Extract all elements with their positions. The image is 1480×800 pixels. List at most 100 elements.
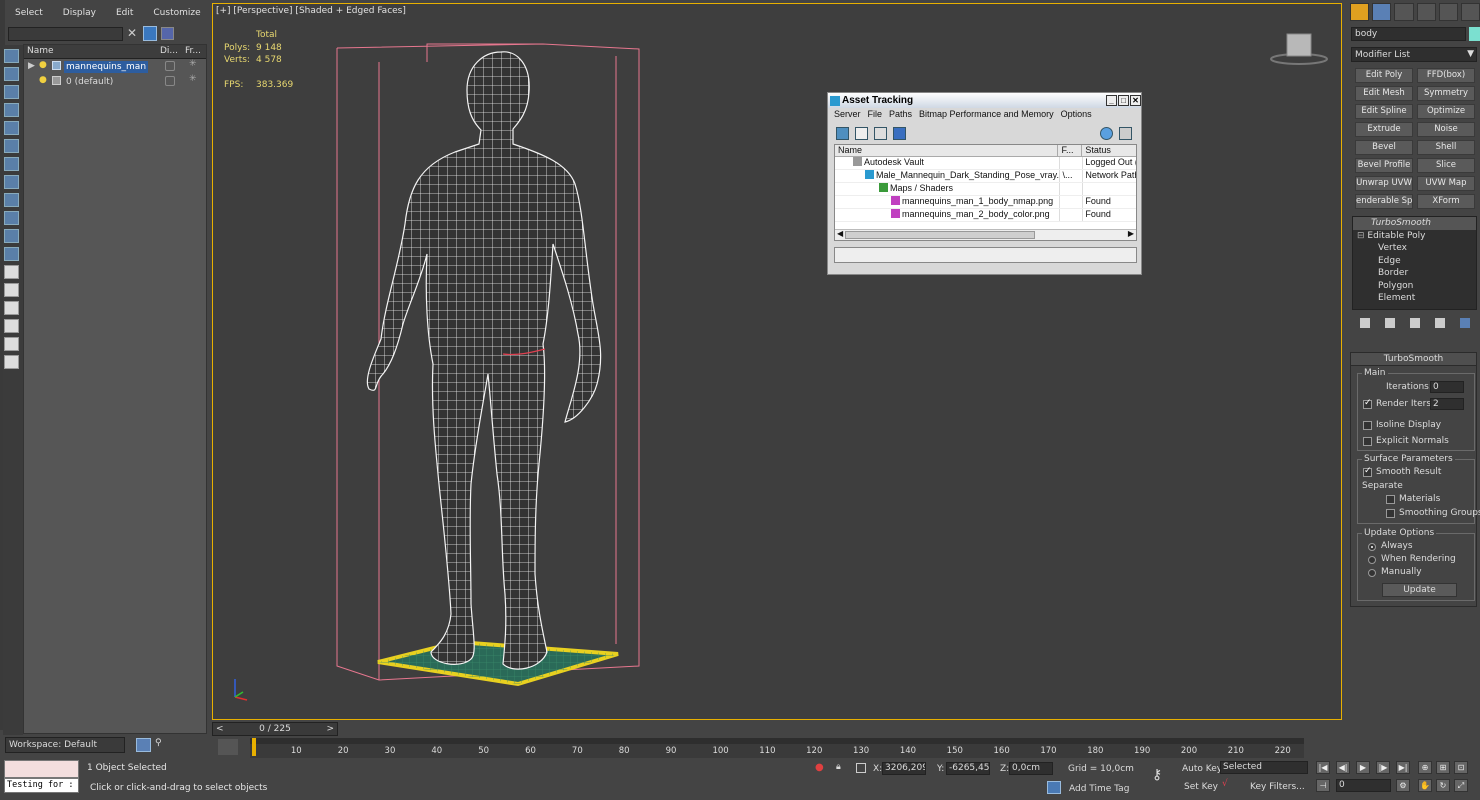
display-shapes-icon[interactable] (4, 85, 19, 99)
render-iters-spinner[interactable]: 2 (1430, 398, 1464, 410)
hierarchy-icon[interactable]: ⚲ (155, 738, 169, 752)
zoom-extents-icon[interactable]: ⊡ (1454, 761, 1468, 774)
stack-sub-vertex[interactable]: Vertex (1353, 242, 1476, 255)
modifier-button[interactable]: Extrude (1355, 122, 1413, 137)
selection-lock-icon[interactable]: 🔒︎ (836, 762, 841, 772)
orbit-icon[interactable]: ↻ (1436, 779, 1450, 792)
modifier-button[interactable]: Symmetry (1417, 86, 1475, 101)
motion-tab-icon[interactable] (1416, 3, 1436, 21)
minimize-button[interactable]: _ (1106, 95, 1117, 106)
auto-key-button[interactable]: Auto Key (1182, 764, 1222, 774)
maxscript-output[interactable]: Testing for : (4, 778, 79, 793)
refresh-icon[interactable] (836, 126, 849, 140)
default-tangent-icon[interactable]: √ (1222, 779, 1236, 793)
light-bulb-icon[interactable]: ● (39, 75, 47, 85)
go-to-start-icon[interactable]: |◀ (1316, 761, 1330, 774)
modifier-button[interactable]: Optimize (1417, 104, 1475, 119)
modifier-button[interactable]: Noise (1417, 122, 1475, 137)
key-filters-button[interactable]: Key Filters... (1250, 782, 1305, 792)
explicit-normals-checkbox[interactable] (1363, 437, 1372, 446)
add-time-tag[interactable]: Add Time Tag (1069, 784, 1129, 794)
display-cameras-icon[interactable] (4, 121, 19, 135)
isoline-checkbox[interactable] (1363, 421, 1372, 430)
scrollbar-thumb[interactable] (845, 231, 1035, 239)
key-selection-dropdown[interactable]: Selected (1220, 761, 1308, 774)
modifier-button[interactable]: Edit Poly (1355, 68, 1413, 83)
modifier-button[interactable]: Bevel (1355, 140, 1413, 155)
smooth-result-checkbox[interactable] (1363, 466, 1372, 477)
asset-row[interactable]: mannequins_man_1_body_nmap.png Found (835, 196, 1136, 209)
display-toggle-icon[interactable] (165, 76, 175, 86)
stack-sub-edge[interactable]: Edge (1353, 255, 1476, 268)
time-tag-icon[interactable] (1047, 781, 1061, 794)
display-hidden-icon[interactable] (4, 265, 19, 279)
scroll-left-icon[interactable]: ◀ (837, 229, 843, 238)
display-groups-icon[interactable] (4, 175, 19, 189)
asset-tracking-titlebar[interactable]: Asset Tracking _ □ ✕ (828, 93, 1141, 108)
menu-server[interactable]: Server (831, 108, 865, 122)
modifier-button[interactable]: Unwrap UVW (1355, 176, 1413, 191)
absolute-mode-icon[interactable] (856, 763, 866, 773)
column-name[interactable]: Name (24, 45, 157, 58)
smoothing-groups-checkbox[interactable] (1386, 509, 1395, 518)
filter-funnel-icon[interactable] (4, 337, 19, 351)
modifier-button[interactable]: Slice (1417, 158, 1475, 173)
light-bulb-icon[interactable]: ● (39, 60, 47, 70)
viewport-label[interactable]: [+] [Perspective] [Shaded + Edged Faces] (216, 6, 406, 16)
set-key-button[interactable]: Set Key (1184, 782, 1218, 792)
scene-search-input[interactable] (8, 27, 123, 41)
play-icon[interactable]: ▶ (1356, 761, 1370, 774)
zoom-all-icon[interactable]: ⊞ (1436, 761, 1450, 774)
isolate-pin-icon[interactable]: ● (815, 762, 824, 773)
zoom-icon[interactable]: ⊕ (1418, 761, 1432, 774)
pin-stack-icon[interactable] (1359, 318, 1370, 328)
always-radio[interactable] (1368, 543, 1376, 551)
modifier-button[interactable]: Bevel Profile (1355, 158, 1413, 173)
current-frame-field[interactable]: 0 (1336, 779, 1391, 792)
maximize-button[interactable]: □ (1118, 95, 1129, 106)
display-xrefs-icon[interactable] (4, 193, 19, 207)
menu-edit[interactable]: Edit (106, 5, 143, 23)
modifier-button[interactable]: XForm (1417, 194, 1475, 209)
time-next-icon[interactable]: > (326, 724, 334, 734)
stack-sub-element[interactable]: Element (1353, 292, 1476, 305)
display-all-icon[interactable] (4, 283, 19, 297)
scroll-right-icon[interactable]: ▶ (1128, 229, 1134, 238)
help-icon[interactable] (1100, 126, 1113, 140)
time-prev-icon[interactable]: < (216, 724, 224, 734)
tools-icon[interactable] (1119, 126, 1132, 140)
modifier-button[interactable]: Shell (1417, 140, 1475, 155)
y-coordinate-field[interactable]: -6265,451c (946, 762, 990, 775)
next-frame-icon[interactable]: |▶ (1376, 761, 1390, 774)
stack-sub-polygon[interactable]: Polygon (1353, 280, 1476, 293)
stack-item-turbosmooth[interactable]: TurboSmooth (1353, 217, 1476, 230)
menu-paths[interactable]: Paths (886, 108, 916, 122)
menu-display[interactable]: Display (53, 5, 106, 23)
make-unique-icon[interactable] (1409, 318, 1420, 328)
menu-select[interactable]: Select (5, 5, 53, 23)
modify-tab-icon[interactable] (1372, 3, 1392, 21)
manually-radio[interactable] (1368, 569, 1376, 577)
show-end-result-icon[interactable] (1384, 318, 1395, 328)
column-full-path[interactable]: F... (1058, 145, 1083, 156)
display-helpers-icon[interactable] (4, 139, 19, 153)
invert-display-icon[interactable] (4, 319, 19, 333)
viewcube-icon[interactable] (1270, 33, 1328, 65)
layer-label[interactable]: 0 (default) (64, 76, 115, 88)
expand-arrow-icon[interactable]: ▶ (28, 61, 35, 71)
display-spacewarps-icon[interactable] (4, 157, 19, 171)
close-button[interactable]: ✕ (1130, 95, 1141, 106)
column-status[interactable]: Status (1082, 145, 1136, 156)
asset-row[interactable]: Maps / Shaders (835, 183, 1136, 196)
freeze-snowflake-icon[interactable]: ✳ (189, 74, 197, 84)
column-name[interactable]: Name (835, 145, 1059, 156)
remove-modifier-icon[interactable] (1434, 318, 1445, 328)
utilities-tab-icon[interactable] (1460, 3, 1480, 21)
update-button[interactable]: Update (1382, 583, 1457, 597)
layer-explorer-icon[interactable] (136, 738, 151, 752)
display-bones-icon[interactable] (4, 211, 19, 225)
list-view-icon[interactable] (855, 126, 868, 140)
horizontal-scrollbar[interactable]: ◀ ▶ (835, 229, 1136, 240)
menu-customize[interactable]: Customize (143, 5, 210, 23)
render-iters-checkbox[interactable] (1363, 398, 1372, 409)
